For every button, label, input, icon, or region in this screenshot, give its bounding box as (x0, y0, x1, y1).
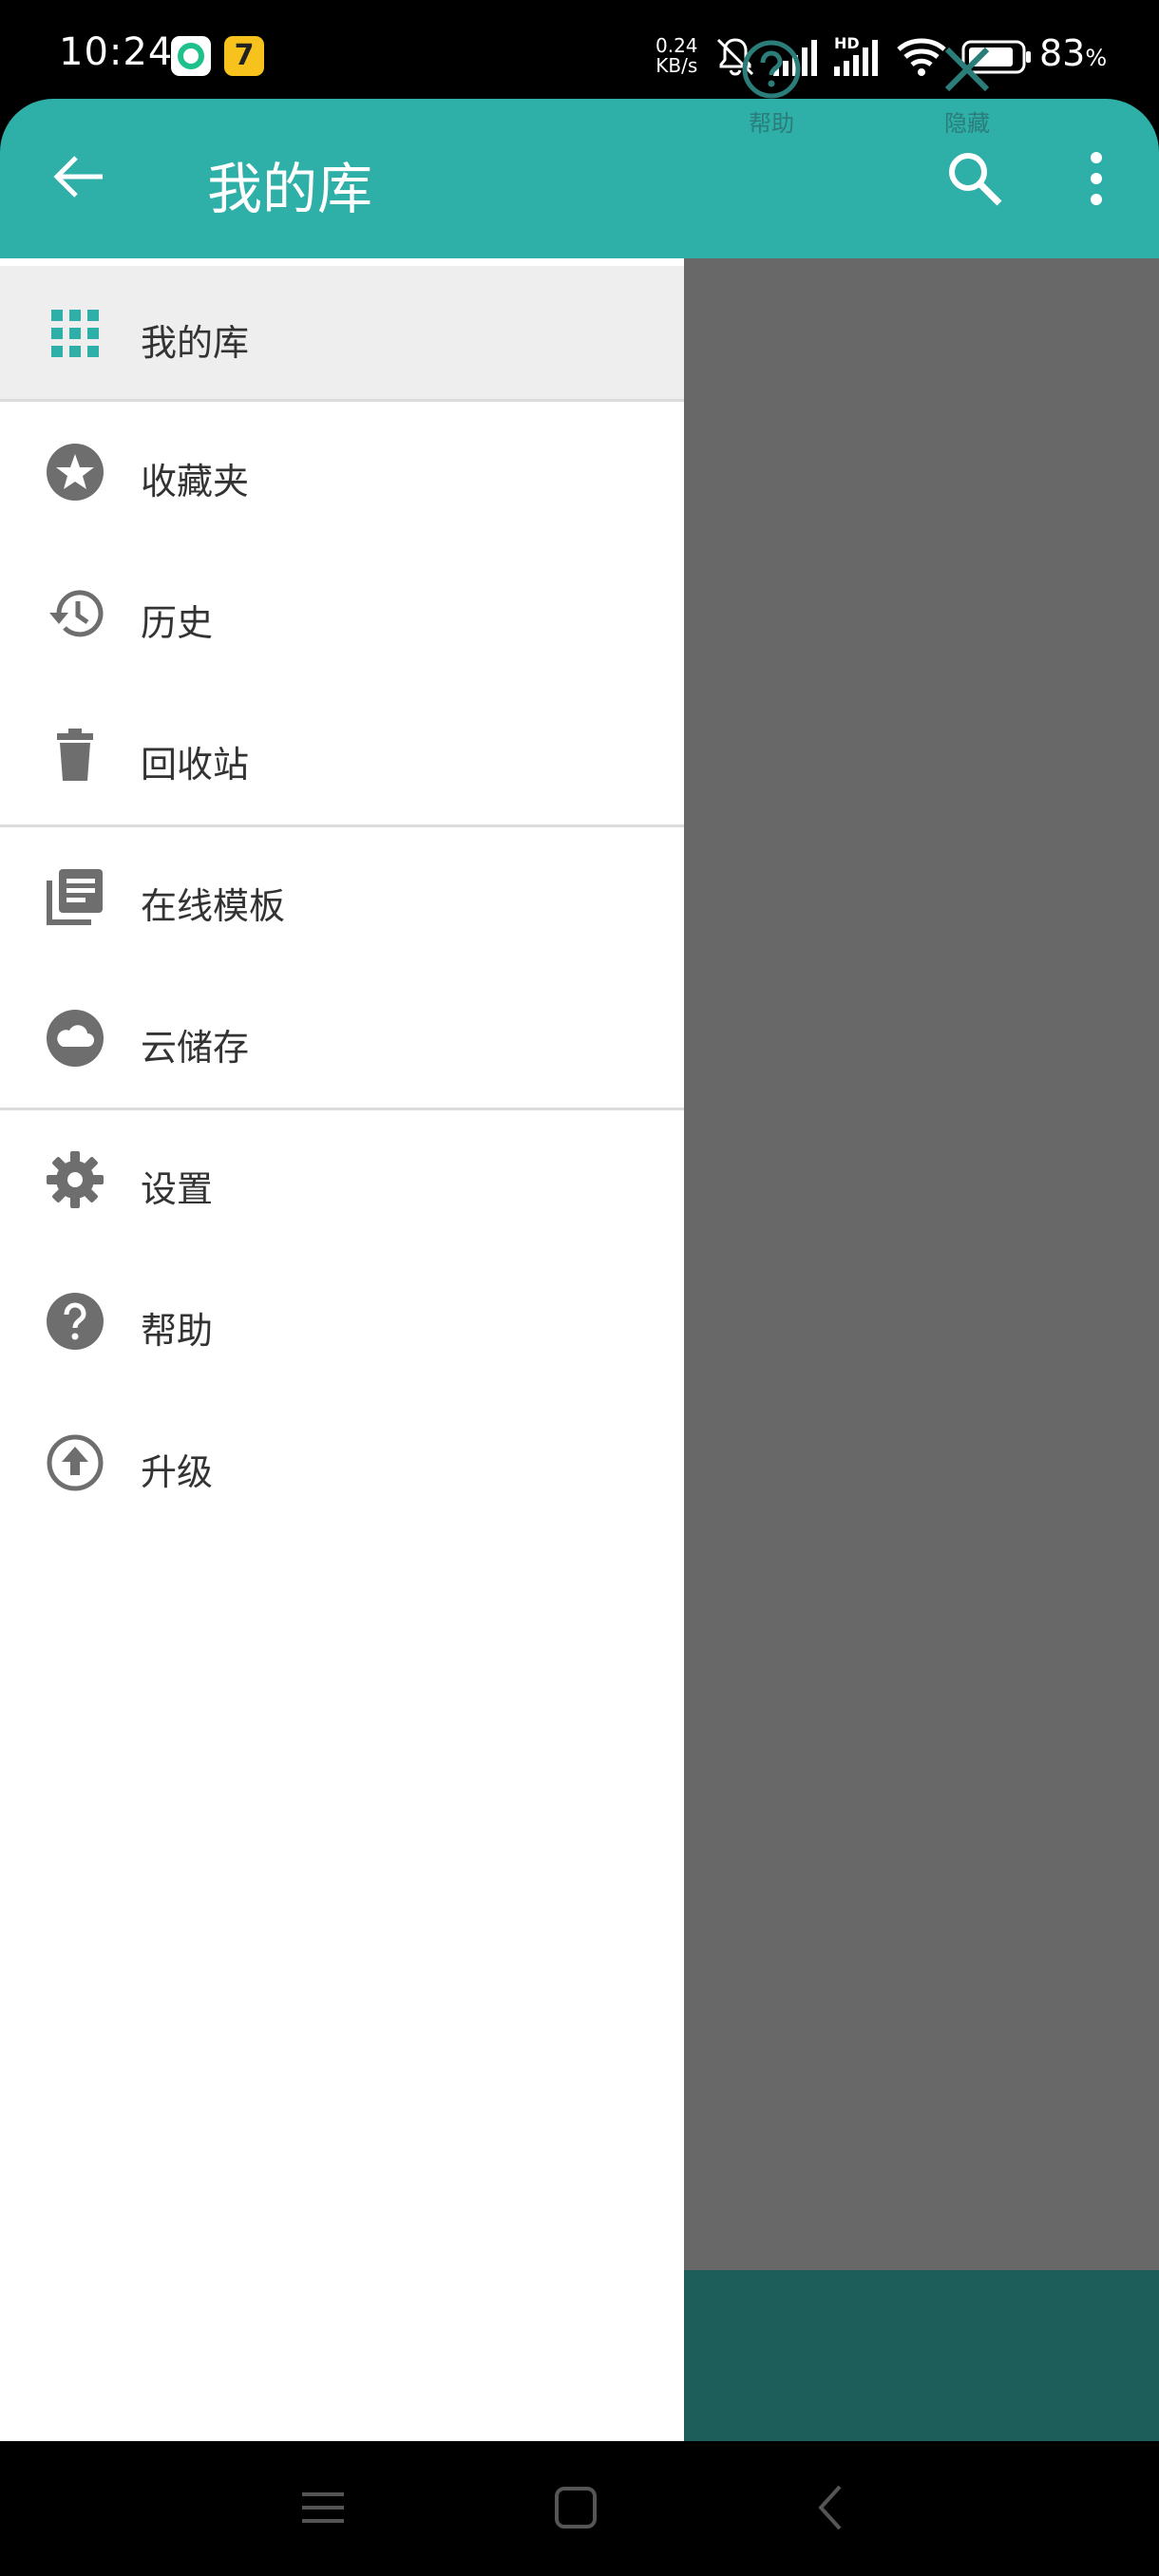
drawer-item-cloud-storage[interactable]: 云储存 (0, 971, 684, 1106)
system-navigation-bar (0, 2441, 1159, 2576)
bottom-panel (684, 2270, 1159, 2441)
close-icon (944, 47, 990, 92)
network-speed-value: 0.24 (656, 34, 698, 57)
recent-apps-icon[interactable] (294, 2479, 352, 2536)
drawer-item-settings[interactable]: 设置 (0, 1112, 684, 1247)
drawer-item-label: 收藏夹 (141, 461, 250, 502)
library-icon (47, 869, 103, 925)
drawer-item-favorites[interactable]: 收藏夹 (0, 405, 684, 540)
navigation-drawer: 我的库 收藏夹 历史 回收站 在线模板 云储存 设置 帮助 升级 (0, 258, 684, 2441)
battery-percentage: 83% (1039, 32, 1107, 74)
drawer-item-label: 云储存 (141, 1027, 250, 1069)
grid-icon (51, 310, 99, 357)
app-notification-icon-2: 7 (224, 36, 264, 76)
drawer-item-label: 回收站 (141, 744, 250, 786)
drawer-item-my-library[interactable]: 我的库 (0, 266, 684, 401)
battery-percentage-value: 83 (1039, 32, 1086, 74)
network-speed-unit: KB/s (656, 54, 698, 77)
drawer-item-label: 升级 (141, 1451, 214, 1493)
upgrade-icon (47, 1434, 104, 1491)
drawer-item-recycle-bin[interactable]: 回收站 (0, 688, 684, 823)
bottom-hide-label: 隐藏 (944, 110, 990, 137)
trash-icon (57, 729, 93, 781)
cloud-icon (47, 1010, 104, 1067)
bottom-hide-button[interactable]: 隐藏 (910, 38, 1024, 138)
page-title: 我的库 (207, 157, 373, 221)
drawer-item-help[interactable]: 帮助 (0, 1254, 684, 1389)
status-time: 10:24 (59, 30, 174, 74)
divider (0, 824, 684, 827)
drawer-item-label: 设置 (141, 1168, 214, 1210)
drawer-item-label: 历史 (141, 602, 214, 644)
drawer-item-label: 在线模板 (141, 885, 286, 927)
home-icon[interactable] (547, 2479, 604, 2536)
bottom-help-button[interactable]: 帮助 (714, 38, 828, 138)
drawer-item-upgrade[interactable]: 升级 (0, 1395, 684, 1530)
divider (0, 399, 684, 402)
help-icon (47, 1293, 104, 1350)
drawer-item-online-templates[interactable]: 在线模板 (0, 829, 684, 964)
more-vert-icon[interactable] (1074, 146, 1119, 211)
drawer-item-label: 我的库 (141, 322, 250, 364)
history-icon (49, 590, 104, 637)
drawer-item-history[interactable]: 历史 (0, 546, 684, 681)
divider (0, 1108, 684, 1110)
back-arrow-icon[interactable] (48, 144, 112, 209)
back-icon[interactable] (804, 2479, 861, 2536)
gear-icon (47, 1151, 104, 1208)
network-speed: 0.24 KB/s (656, 36, 698, 76)
search-icon[interactable] (942, 146, 1007, 211)
app-notification-icon (171, 36, 211, 76)
battery-percentage-unit: % (1085, 45, 1108, 71)
bottom-help-label: 帮助 (749, 110, 794, 137)
help-circle-icon (742, 40, 801, 99)
drawer-item-label: 帮助 (141, 1310, 214, 1352)
signal-hd-icon (834, 40, 878, 76)
star-icon (47, 444, 104, 501)
